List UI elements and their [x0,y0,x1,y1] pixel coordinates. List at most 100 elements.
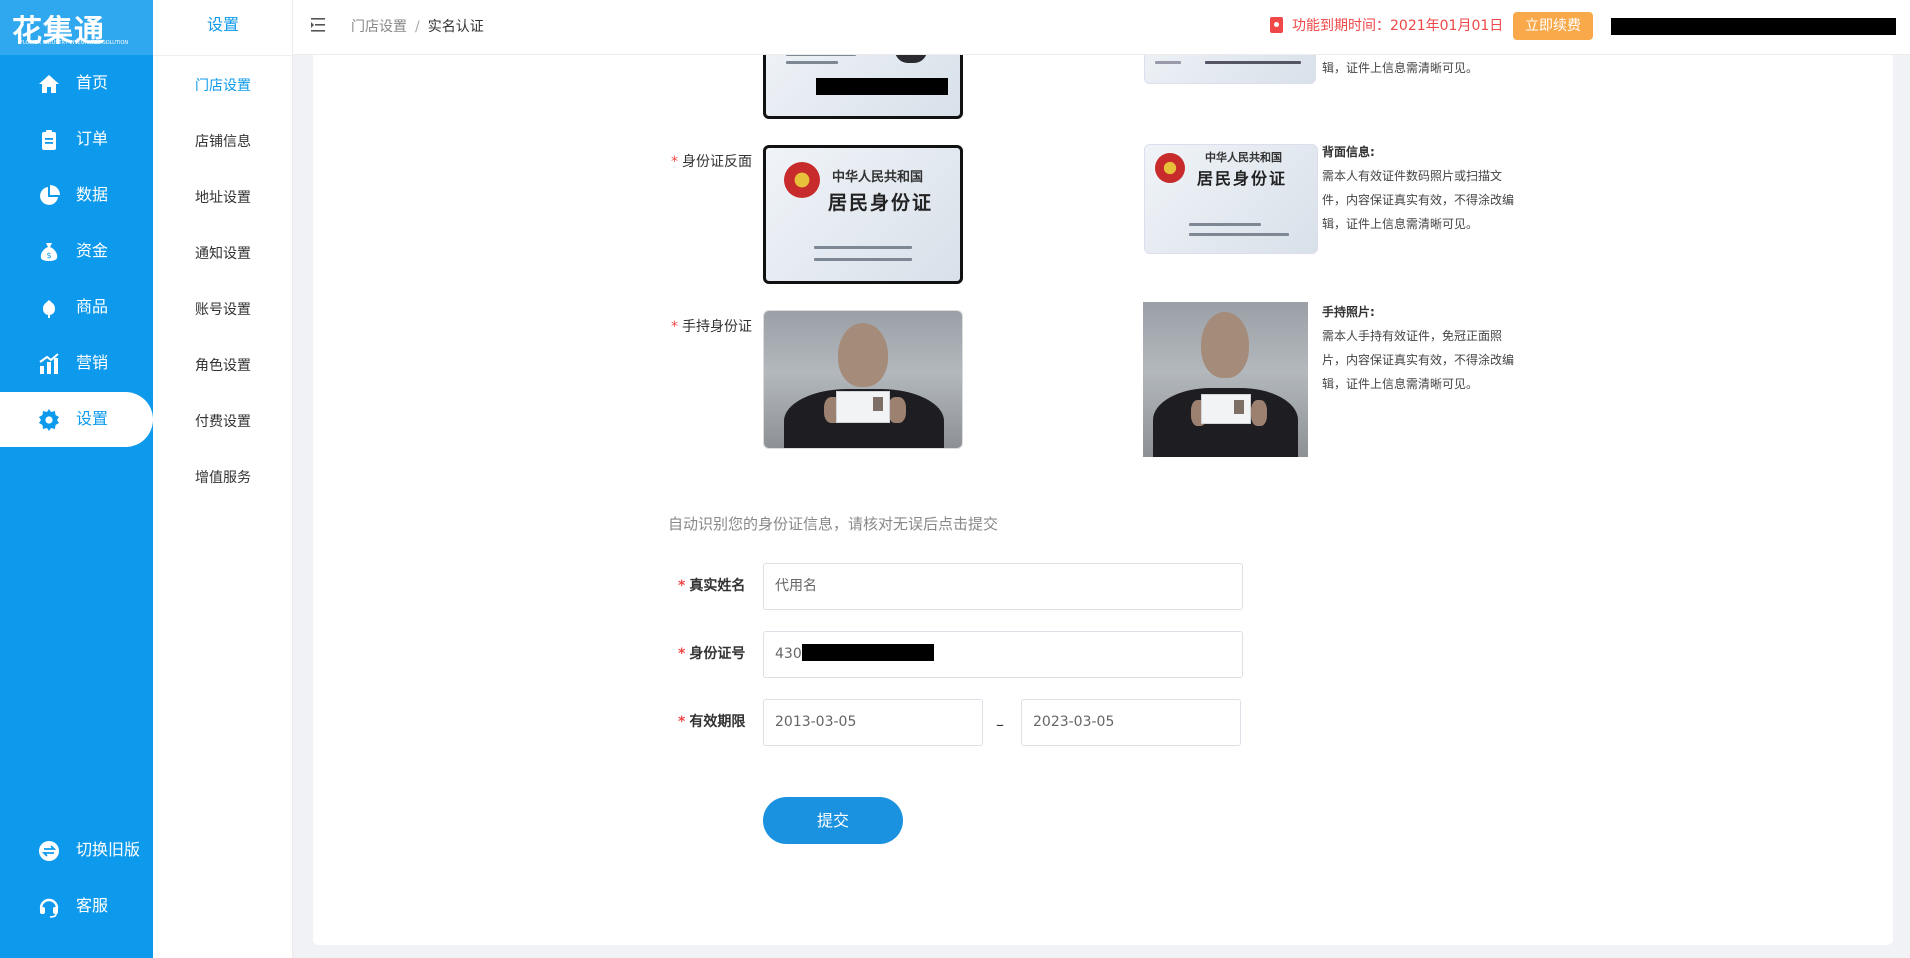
id-back-example: 中华人民共和国 居民身份证 [1144,144,1318,254]
handheld-example-desc: 手持照片: 需本人手持有效证件，免冠正面照片，内容保证真实有效，不得涂改编辑，证… [1322,300,1522,396]
real-name-label: * 真实姓名 [678,578,746,594]
id-back-upload[interactable]: 中华人民共和国 居民身份证 [763,145,963,284]
redacted-block [801,644,934,661]
svg-text:$: $ [46,251,51,260]
nav-item-customer-service[interactable]: 客服 [0,879,153,934]
renew-button[interactable]: 立即续费 [1513,12,1593,40]
card-text-line [1205,61,1301,64]
desc-title: 手持照片: [1322,305,1375,319]
id-number-input[interactable]: 430 [763,631,1243,678]
validity-end-input[interactable]: 2023-03-05 [1021,699,1241,746]
nav-label: 营销 [76,353,109,372]
desc-text: 需本人有效证件数码照片或扫描文件，内容保证真实有效，不得涂改编辑，证件上信息需清… [1322,169,1515,231]
submenu-item-shop-info[interactable]: 店铺信息 [153,132,293,152]
held-id-card [836,391,890,423]
card-title: 中华人民共和国 [832,170,924,185]
switch-icon [39,841,59,861]
flower-icon [43,300,55,318]
label-text: 手持身份证 [682,319,752,335]
nav-item-funds[interactable]: $ 资金 [0,224,153,279]
clipboard-icon [42,130,56,150]
validity-label: * 有效期限 [678,714,746,730]
hand [1251,400,1267,426]
card-text-line [786,61,838,64]
settings-submenu: 设置 门店设置 店铺信息 地址设置 通知设置 账号设置 角色设置 付费设置 增值… [153,0,293,958]
validity-start-input[interactable]: 2013-03-05 [763,699,983,746]
held-id-card [1201,394,1251,424]
real-name-input[interactable]: 代用名 [763,563,1243,610]
front-example-desc: 辑，证件上信息需清晰可见。 [1322,56,1522,80]
submenu-item-account[interactable]: 账号设置 [153,300,293,320]
nav-label: 设置 [76,409,109,428]
card-text-line [814,246,912,249]
date-range-separator: – [996,715,1004,734]
nav-item-orders[interactable]: 订单 [0,112,153,167]
brand-logo[interactable]: 花集通 FLOWER INDUSTRY INTEGRATED SOLUTION [0,0,153,55]
id-number-value: 430 [775,646,802,662]
id-back-label: * 身份证反面 [671,154,752,170]
card-text-line [1189,223,1261,226]
top-header: 门店设置 / 实名认证 功能到期时间：2021年01月01日 立即续费 [293,0,1910,55]
person-head [1201,312,1249,378]
card-subtitle: 居民身份证 [828,192,934,214]
handheld-id-upload[interactable] [763,310,963,449]
label-text: 有效期限 [689,714,746,730]
expiry-text: 功能到期时间：2021年01月01日 [1292,18,1504,34]
content-card: 辑，证件上信息需清晰可见。 * 身份证反面 中华人民共和国 居民身份证 中华人民共… [313,20,1893,945]
breadcrumb: 门店设置 / 实名认证 [351,17,484,37]
submenu-item-address[interactable]: 地址设置 [153,188,293,208]
nav-item-data[interactable]: 数据 [0,168,153,223]
logo-subtitle: FLOWER INDUSTRY INTEGRATED SOLUTION [20,40,129,46]
id-number-label: * 身份证号 [678,646,746,662]
submenu-item-store-settings[interactable]: 门店设置 [153,76,293,96]
redacted-block [816,78,948,95]
nav-item-home[interactable]: 首页 [0,56,153,111]
notice-icon [1270,17,1283,33]
hand [888,397,906,423]
submenu-item-notifications[interactable]: 通知设置 [153,244,293,264]
nav-label: 首页 [76,73,109,92]
submenu-item-value-added[interactable]: 增值服务 [153,468,293,488]
nav-label: 客服 [76,896,109,915]
label-text: 身份证反面 [682,154,752,170]
nav-label: 商品 [76,297,109,316]
submenu-item-billing[interactable]: 付费设置 [153,412,293,432]
auto-recognition-note: 自动识别您的身份证信息，请核对无误后点击提交 [668,515,999,533]
nav-label: 资金 [76,241,109,260]
submit-button[interactable]: 提交 [763,797,903,844]
desc-text: 需本人手持有效证件，免冠正面照片，内容保证真实有效，不得涂改编辑，证件上信息需清… [1322,329,1515,391]
nav-item-settings[interactable]: 设置 [0,392,153,447]
id-photo [1234,400,1244,414]
card-text-line [1189,233,1289,236]
nav-item-products[interactable]: 商品 [0,280,153,335]
card-subtitle: 居民身份证 [1197,169,1288,188]
pie-chart-icon [40,185,60,205]
headset-icon [39,898,59,918]
submenu-item-roles[interactable]: 角色设置 [153,356,293,376]
label-text: 身份证号 [689,646,746,662]
breadcrumb-item-store-settings[interactable]: 门店设置 [351,19,407,35]
menu-collapse-icon[interactable] [311,17,329,33]
redacted-account-block [1611,18,1896,35]
home-icon [39,75,59,93]
bar-chart-icon [39,353,59,374]
back-example-desc: 背面信息: 需本人有效证件数码照片或扫描文件，内容保证真实有效，不得涂改编辑，证… [1322,140,1522,236]
money-bag-icon: $ [40,243,58,261]
nav-label: 订单 [76,129,109,148]
card-text-line [1155,61,1181,64]
card-title: 中华人民共和国 [1205,151,1282,164]
desc-text: 辑，证件上信息需清晰可见。 [1322,61,1479,75]
national-emblem [784,162,820,198]
desc-title: 背面信息: [1322,145,1375,159]
label-text: 真实姓名 [689,578,746,594]
gear-icon [39,409,59,431]
nav-label: 切换旧版 [76,840,141,859]
nav-item-marketing[interactable]: 营销 [0,336,153,391]
breadcrumb-item-current: 实名认证 [427,19,484,35]
handheld-id-example [1143,302,1308,457]
breadcrumb-separator: / [415,19,420,35]
person-head [838,323,888,387]
national-emblem [1155,153,1185,183]
nav-item-switch-version[interactable]: 切换旧版 [0,823,153,878]
submenu-title: 设置 [206,15,239,34]
